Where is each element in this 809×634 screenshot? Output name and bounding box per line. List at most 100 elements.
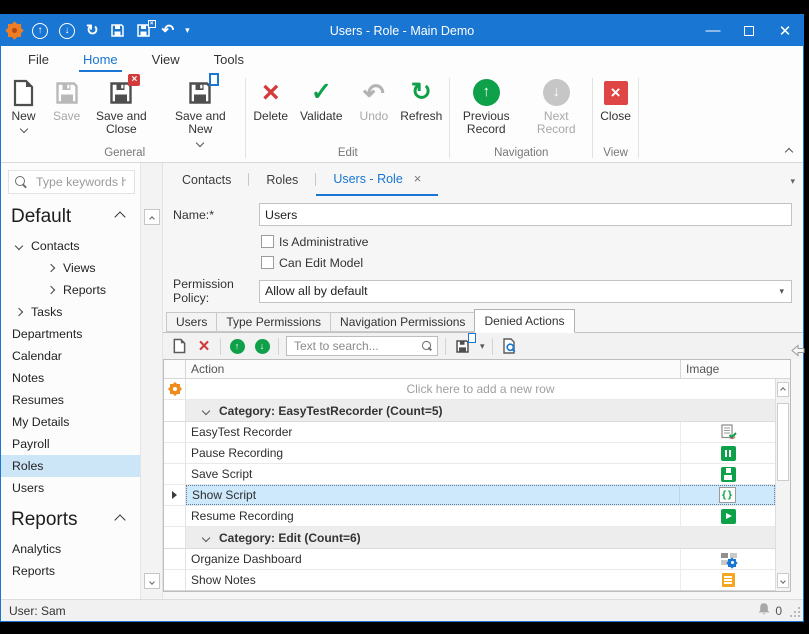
chevron-down-icon[interactable]: ▾ <box>480 341 485 352</box>
section-header-reports[interactable]: Reports <box>1 499 140 538</box>
customize-dropdown-icon[interactable]: ▾ <box>185 25 190 36</box>
scrollbar-thumb[interactable] <box>777 403 789 481</box>
previous-record-button[interactable]: ↑ Previous Record <box>451 75 521 137</box>
grid-search-box[interactable] <box>286 336 438 356</box>
table-row[interactable]: Resume Recording <box>164 506 775 527</box>
sidebar-item-reports-2[interactable]: Reports <box>1 560 140 582</box>
sidebar-item-resumes[interactable]: Resumes <box>1 389 140 411</box>
subtab-denied-actions[interactable]: Denied Actions <box>474 309 574 333</box>
collapse-panel-arrow-icon[interactable] <box>791 344 805 362</box>
delete-button[interactable]: × Delete <box>247 75 294 123</box>
subtab-users[interactable]: Users <box>166 312 217 332</box>
table-row[interactable]: Show Notes <box>164 570 775 591</box>
sidebar-item-departments[interactable]: Departments <box>1 323 140 345</box>
save-and-close-button[interactable]: × Save and Close <box>86 75 156 137</box>
ribbon-tab-tools[interactable]: Tools <box>197 48 261 71</box>
minimize-button[interactable]: — <box>695 15 731 46</box>
tab-close-icon[interactable]: × <box>414 172 422 185</box>
sidebar-item-notes[interactable]: Notes <box>1 367 140 389</box>
sidebar-item-users[interactable]: Users <box>1 477 140 499</box>
subtab-navigation-permissions[interactable]: Navigation Permissions <box>330 312 475 332</box>
new-row-text[interactable]: Click here to add a new row <box>186 379 775 399</box>
sidebar-item-my-details[interactable]: My Details <box>1 411 140 433</box>
table-row[interactable]: Pause Recording <box>164 443 775 464</box>
sidebar-item-payroll[interactable]: Payroll <box>1 433 140 455</box>
delete-row-button[interactable]: × <box>195 336 213 356</box>
close-view-button[interactable]: × Close <box>594 75 637 123</box>
print-preview-button[interactable] <box>500 336 518 356</box>
save-button[interactable]: Save <box>47 75 86 123</box>
section-header-default[interactable]: Default <box>1 196 140 235</box>
sidebar-search[interactable] <box>8 170 135 194</box>
refresh-button[interactable]: ↻ Refresh <box>394 75 448 123</box>
group-row-easytestrecorder[interactable]: Category: EasyTestRecorder (Count=5) <box>164 400 775 422</box>
scroll-up-button[interactable] <box>144 209 160 225</box>
notification-bell-icon[interactable] <box>757 602 771 619</box>
table-row[interactable]: Save Script <box>164 464 775 485</box>
save-variant-button[interactable] <box>453 336 471 356</box>
name-field[interactable] <box>259 203 792 226</box>
undo-button[interactable]: ↶ Undo <box>354 75 395 123</box>
grid-search-input[interactable] <box>292 338 418 354</box>
next-record-button[interactable]: ↓ Next Record <box>521 75 591 137</box>
sidebar-item-reports[interactable]: Reports <box>1 279 140 301</box>
save-and-new-button[interactable]: Save and New <box>156 75 244 146</box>
show-script-icon: {} <box>719 487 736 503</box>
new-row-button[interactable] <box>170 336 188 356</box>
column-header-image[interactable]: Image <box>681 360 775 378</box>
previous-record-icon[interactable]: ↑ <box>32 23 48 39</box>
subtab-type-permissions[interactable]: Type Permissions <box>216 312 331 332</box>
new-button[interactable]: New <box>5 75 42 132</box>
save-icon[interactable] <box>110 23 125 38</box>
save-close-icon[interactable]: × <box>136 23 151 38</box>
new-row[interactable]: Click here to add a new row <box>164 379 775 400</box>
tab-roles[interactable]: Roles <box>249 163 315 196</box>
can-edit-model-checkbox[interactable] <box>261 256 274 269</box>
tab-users-role[interactable]: Users - Role × <box>316 163 438 196</box>
ribbon-tab-view[interactable]: View <box>135 48 197 71</box>
undo-icon[interactable]: ↶ <box>162 23 175 38</box>
is-administrative-checkbox-row[interactable]: Is Administrative <box>261 231 792 252</box>
app-window: ↑ ↓ ↻ × ↶ ▾ Users - Role - Main Demo — ✕… <box>0 14 804 622</box>
can-edit-model-checkbox-row[interactable]: Can Edit Model <box>261 252 792 273</box>
grid-scrollbar[interactable] <box>775 379 790 591</box>
sidebar-item-analytics[interactable]: Analytics <box>1 538 140 560</box>
scroll-down-button[interactable] <box>144 573 160 589</box>
sidebar-search-input[interactable] <box>34 174 128 190</box>
permission-policy-label: Permission Policy: <box>171 277 259 305</box>
scroll-up-button[interactable] <box>777 382 789 397</box>
status-user: User: Sam <box>9 604 66 618</box>
permission-policy-dropdown[interactable]: Allow all by default ▾ <box>259 280 792 303</box>
sidebar-scrollbar[interactable] <box>141 163 163 599</box>
move-up-button[interactable]: ↑ <box>228 336 246 356</box>
collapse-ribbon-icon[interactable] <box>785 148 793 156</box>
ribbon-group-label: Edit <box>247 147 448 162</box>
table-row-selected[interactable]: Show Script {} <box>164 485 775 506</box>
group-row-edit[interactable]: Category: Edit (Count=6) <box>164 527 775 549</box>
table-row[interactable]: Organize Dashboard <box>164 549 775 570</box>
sidebar-item-contacts[interactable]: Contacts <box>1 235 140 257</box>
group-divider <box>638 78 639 158</box>
table-row[interactable]: EasyTest Recorder <box>164 422 775 443</box>
sidebar-item-tasks[interactable]: Tasks <box>1 301 140 323</box>
tab-contacts[interactable]: Contacts <box>165 163 248 196</box>
move-down-button[interactable]: ↓ <box>253 336 271 356</box>
column-header-action[interactable]: Action <box>186 360 681 378</box>
window-buttons: — ✕ <box>695 15 803 46</box>
tab-list-dropdown-icon[interactable]: ▾ <box>790 176 795 187</box>
sidebar-item-roles[interactable]: Roles <box>1 455 140 477</box>
ribbon-tab-file[interactable]: File <box>11 48 66 71</box>
maximize-button[interactable] <box>731 15 767 46</box>
divider <box>220 338 221 355</box>
validate-button[interactable]: ✓ Validate <box>294 75 348 123</box>
close-button[interactable]: ✕ <box>767 15 803 46</box>
ribbon-tab-home[interactable]: Home <box>66 48 135 71</box>
sidebar-item-calendar[interactable]: Calendar <box>1 345 140 367</box>
scroll-down-button[interactable] <box>777 573 789 588</box>
sidebar-item-views[interactable]: Views <box>1 257 140 279</box>
search-icon <box>15 176 27 188</box>
next-record-icon[interactable]: ↓ <box>59 23 75 39</box>
resize-grip[interactable] <box>792 609 802 619</box>
refresh-icon[interactable]: ↻ <box>86 23 99 38</box>
is-administrative-checkbox[interactable] <box>261 235 274 248</box>
